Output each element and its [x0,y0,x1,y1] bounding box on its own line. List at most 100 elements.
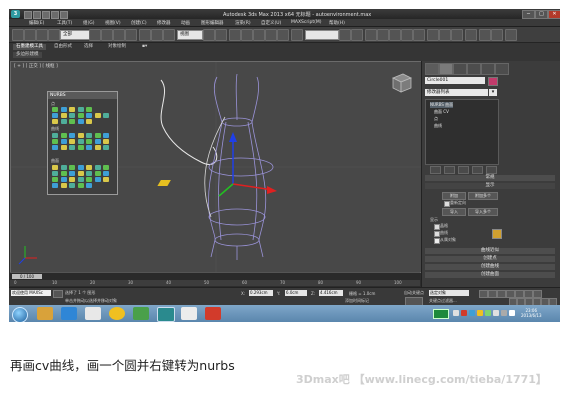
app-logo-icon[interactable]: 3 [11,10,20,18]
rect-selection-icon[interactable] [113,29,125,41]
playback-button-icon[interactable] [479,290,488,298]
tray-icon[interactable] [493,310,499,316]
nurbs-tool-icon[interactable] [60,107,67,112]
unlink-icon[interactable] [48,29,60,41]
open-file-icon[interactable] [33,11,41,19]
render-setup-icon[interactable] [427,29,439,41]
messenger-icon[interactable] [109,307,125,320]
move-icon[interactable] [139,29,151,41]
nurbs-tool-icon[interactable] [52,165,58,170]
curve-editor-icon[interactable] [389,29,401,41]
time-slider-track[interactable]: 0 / 100 [10,272,420,280]
show-end-result-icon[interactable] [444,166,455,174]
playback-button-icon[interactable] [533,290,542,298]
graphite-toggle-icon[interactable] [377,29,389,41]
app-green-icon[interactable] [133,307,149,320]
menu-create[interactable]: 创建(C) [131,20,147,26]
rollout-create-points[interactable]: 创建点 [425,256,555,262]
angle-snap-icon[interactable] [253,29,265,41]
ribbon-polygon-modeling[interactable]: 多边形建模 [13,52,42,58]
nurbs-tool-icon[interactable] [52,139,58,144]
menu-group[interactable]: 组(G) [83,20,95,26]
nurbs-tool-icon[interactable] [86,113,92,118]
rollout-create-curves[interactable]: 创建曲线 [425,264,555,270]
create-tab-icon[interactable] [425,63,439,75]
maximize-button[interactable]: □ [535,10,548,19]
menu-customize[interactable]: 自定义(U) [261,20,281,26]
nurbs-tool-icon[interactable] [103,113,109,118]
tray-icon[interactable] [501,310,507,316]
object-color-swatch[interactable] [488,77,498,86]
nurbs-tool-icon[interactable] [69,177,75,182]
stack-item-curve[interactable]: 曲线 [434,123,442,129]
batch-render-icon[interactable] [505,29,517,41]
tab-graphite-modeling[interactable]: 石墨建模工具 [13,44,46,50]
effects-icon[interactable] [491,29,503,41]
rendered-frame-icon[interactable] [439,29,451,41]
nurbs-tool-icon[interactable] [60,133,67,138]
attach-multiple-button[interactable]: 附加多个 [468,192,498,200]
menu-rendering[interactable]: 渲染(R) [235,20,251,26]
menu-modifiers[interactable]: 修改器 [157,20,171,26]
z-coordinate-field[interactable]: 4.416cm [319,290,343,296]
ref-coord-dropdown[interactable]: 视图 [177,30,203,40]
media-icon[interactable] [85,307,101,320]
nurbs-tool-icon[interactable] [77,107,84,112]
time-slider[interactable]: 0 / 100 [12,274,42,279]
start-button-icon[interactable] [12,307,28,322]
select-by-name-icon[interactable] [101,29,113,41]
nurbs-tool-icon[interactable] [69,183,75,188]
render-production-icon[interactable] [451,29,463,41]
nurbs-tool-icon[interactable] [103,171,109,176]
nurbs-tool-icon[interactable] [52,145,58,150]
nurbs-tool-icon[interactable] [77,113,84,118]
keyboard-shortcut-icon[interactable] [229,29,241,41]
nurbs-tool-icon[interactable] [86,139,92,144]
object-name-field[interactable]: Circle001 [425,77,485,84]
nurbs-tool-icon[interactable] [52,171,58,176]
nurbs-tool-icon[interactable] [94,171,101,176]
taskbar-clock[interactable]: 23:06 2013/6/13 [521,308,542,318]
menu-edit[interactable]: 编辑(E) [29,20,44,26]
tray-icon[interactable] [469,310,475,316]
nurbs-tool-icon[interactable] [86,145,92,150]
nurbs-tool-icon[interactable] [60,145,67,150]
nurbs-tool-icon[interactable] [94,177,101,182]
import-multiple-button[interactable]: 导入多个 [468,208,498,216]
link-icon[interactable] [36,29,48,41]
nurbs-tool-icon[interactable] [52,113,58,118]
minimize-button[interactable]: − [522,10,535,19]
manipulate-icon[interactable] [215,29,227,41]
nurbs-tool-icon[interactable] [69,119,75,124]
tray-icon[interactable] [509,310,515,316]
import-button[interactable]: 导入 [442,208,466,216]
ribbon-toggle[interactable]: ▪▾ [139,44,150,50]
app-red-icon[interactable] [205,307,221,320]
close-button[interactable]: ✕ [548,10,560,19]
material-editor-icon[interactable] [413,29,425,41]
new-file-icon[interactable] [24,11,32,19]
nurbs-tool-icon[interactable] [60,165,67,170]
playback-button-icon[interactable] [515,290,524,298]
tray-icon[interactable] [477,310,483,316]
playback-button-icon[interactable] [524,290,533,298]
timeline-ruler[interactable]: 0 10 20 30 40 50 60 70 80 90 100 [10,280,420,286]
chevron-down-icon[interactable]: ▾ [489,89,497,96]
environment-icon[interactable] [479,29,491,41]
nurbs-tool-icon[interactable] [77,171,84,176]
nurbs-tool-icon[interactable] [86,165,92,170]
lock-selection-icon[interactable] [53,290,63,298]
nurbs-tool-icon[interactable] [77,177,84,182]
nurbs-tool-icon[interactable] [60,119,67,124]
percent-snap-icon[interactable] [265,29,277,41]
rollout-create-surfaces[interactable]: 创建曲面 [425,272,555,278]
playback-button-icon[interactable] [497,290,506,298]
redo-icon[interactable] [60,11,68,19]
tray-icon[interactable] [453,310,459,316]
attach-button[interactable]: 附加 [442,192,466,200]
spinner-snap-icon[interactable] [277,29,289,41]
make-unique-icon[interactable] [458,166,469,174]
file-explorer-icon[interactable] [37,307,53,320]
modifier-list-dropdown[interactable]: 修改器列表 [425,89,488,96]
remove-modifier-icon[interactable] [472,166,483,174]
